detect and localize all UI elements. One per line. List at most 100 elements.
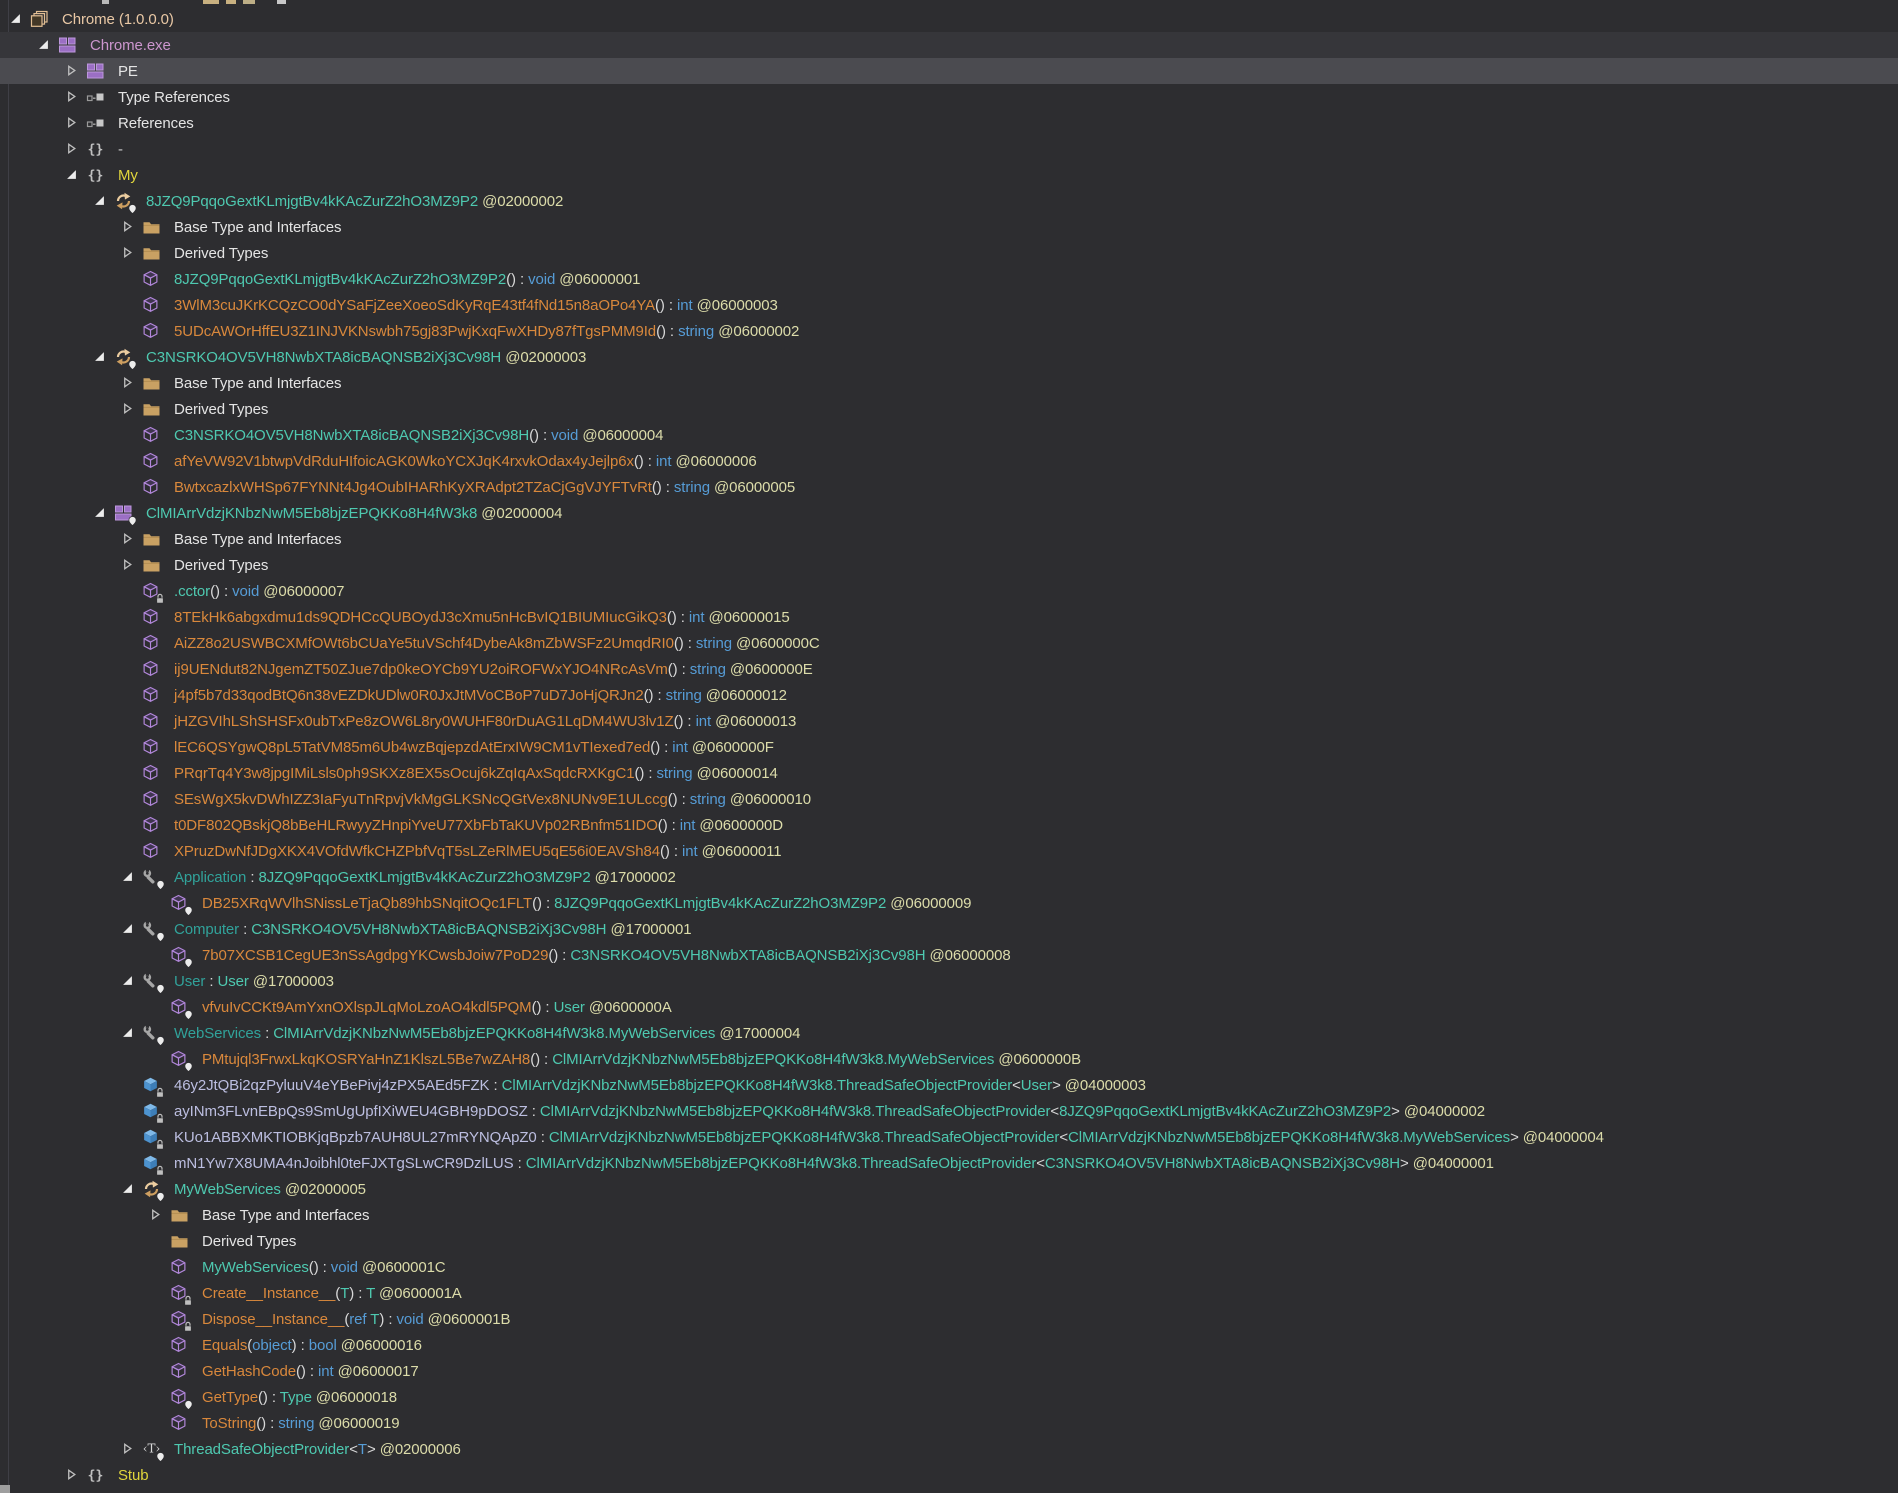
tree-node-label: Create__Instance__(T) : T @0600001A — [202, 1284, 462, 1303]
node-property[interactable]: Application : 8JZQ9PqqoGextKLmjgtBv4kKAc… — [0, 864, 1898, 890]
assembly-icon — [30, 10, 50, 29]
expander-collapsed-icon[interactable] — [122, 559, 134, 571]
node-references[interactable]: References — [0, 110, 1898, 136]
node-chrome-exe-module[interactable]: Chrome.exe — [0, 32, 1898, 58]
property-icon — [142, 868, 162, 887]
method-icon — [142, 582, 162, 601]
node-property-getter[interactable]: DB25XRqWVlhSNissLeTjaQb89hbSNqitOQc1FLT(… — [0, 890, 1898, 916]
expander-collapsed-icon[interactable] — [122, 247, 134, 259]
node-method[interactable]: ij9UENdut82NJgemZT50ZJue7dp0keOYCb9YU2oi… — [0, 656, 1898, 682]
node-folder-base-types[interactable]: Base Type and Interfaces — [0, 526, 1898, 552]
node-method[interactable]: SEsWgX5kvDWhIZZ3IaFyuTnRpvjVkMgGLKSNcQGt… — [0, 786, 1898, 812]
expander-expanded-icon[interactable] — [122, 975, 134, 987]
node-method[interactable]: .cctor() : void @06000007 — [0, 578, 1898, 604]
expander-collapsed-icon[interactable] — [122, 1443, 134, 1455]
node-method[interactable]: GetHashCode() : int @06000017 — [0, 1358, 1898, 1384]
node-method[interactable]: lEC6QSYgwQ8pL5TatVM85m6Ub4wzBqjepzdAtErx… — [0, 734, 1898, 760]
tree-node-label: BwtxcazlxWHSp67FYNNt4Jg4OubIHARhKyXRAdpt… — [174, 478, 795, 497]
expander-expanded-icon[interactable] — [94, 507, 106, 519]
expander-expanded-icon[interactable] — [94, 195, 106, 207]
node-namespace-dash[interactable]: {}- — [0, 136, 1898, 162]
tree-node-label: SEsWgX5kvDWhIZZ3IaFyuTnRpvjVkMgGLKSNcQGt… — [174, 790, 811, 809]
tree-node-label: 7b07XCSB1CegUE3nSsAgdpgYKCwsbJoiw7PoD29(… — [202, 946, 1011, 965]
expander-expanded-icon[interactable] — [66, 169, 78, 181]
private-lock-badge — [155, 1165, 165, 1176]
expander-collapsed-icon[interactable] — [122, 403, 134, 415]
expander-expanded-icon[interactable] — [94, 351, 106, 363]
node-method[interactable]: afYeVW92V1btwpVdRduHIfoicAGK0WkoYCXJqK4r… — [0, 448, 1898, 474]
node-field[interactable]: ayINm3FLvnEBpQs9SmUgUpfIXiWEU4GBH9pDOSZ … — [0, 1098, 1898, 1124]
expander-collapsed-icon[interactable] — [122, 533, 134, 545]
node-namespace-stub[interactable]: {}Stub — [0, 1462, 1898, 1488]
node-method[interactable]: j4pf5b7d33qodBtQ6n38vEZDkUDlw0R0JxJtMVoC… — [0, 682, 1898, 708]
node-class[interactable]: C3NSRKO4OV5VH8NwbXTA8icBAQNSB2iXj3Cv98H … — [0, 344, 1898, 370]
node-folder-derived-types[interactable]: Derived Types — [0, 1228, 1898, 1254]
expander-expanded-icon[interactable] — [122, 923, 134, 935]
node-property-getter[interactable]: 7b07XCSB1CegUE3nSsAgdpgYKCwsbJoiw7PoD29(… — [0, 942, 1898, 968]
expander-collapsed-icon[interactable] — [122, 221, 134, 233]
expander-collapsed-icon[interactable] — [122, 377, 134, 389]
node-pe[interactable]: PE — [0, 58, 1898, 84]
tree-node-label: Chrome.exe — [90, 36, 171, 55]
node-property-getter[interactable]: vfvuIvCCKt9AmYxnOXlspJLqMoLzoAO4kdl5PQM(… — [0, 994, 1898, 1020]
tree-node-label: - — [118, 140, 123, 159]
svg-text:{}: {} — [88, 1469, 104, 1484]
node-property[interactable]: User : User @17000003 — [0, 968, 1898, 994]
expander-expanded-icon[interactable] — [122, 1183, 134, 1195]
node-method[interactable]: AiZZ8o2USWBCXMfOWt6bCUaYe5tuVSchf4DybeAk… — [0, 630, 1898, 656]
node-field[interactable]: 46y2JtQBi2qzPyluuV4eYBePivj4zPX5AEd5FZK … — [0, 1072, 1898, 1098]
node-folder-derived-types[interactable]: Derived Types — [0, 552, 1898, 578]
tree-node-label: Derived Types — [174, 556, 268, 575]
node-property[interactable]: Computer : C3NSRKO4OV5VH8NwbXTA8icBAQNSB… — [0, 916, 1898, 942]
expander-collapsed-icon[interactable] — [66, 117, 78, 129]
node-method[interactable]: t0DF802QBskjQ8bBeHLRwyyZHnpiYveU77XbFbTa… — [0, 812, 1898, 838]
method-icon — [170, 1050, 190, 1069]
node-type-references[interactable]: Type References — [0, 84, 1898, 110]
node-method[interactable]: 5UDcAWOrHffEU3Z1INJVKNswbh75gj83PwjKxqFw… — [0, 318, 1898, 344]
expander-collapsed-icon[interactable] — [66, 1469, 78, 1481]
node-namespace-my[interactable]: {}My — [0, 162, 1898, 188]
folder-icon — [142, 374, 162, 393]
expander-expanded-icon[interactable] — [38, 39, 50, 51]
node-folder-base-types[interactable]: Base Type and Interfaces — [0, 214, 1898, 240]
node-folder-base-types[interactable]: Base Type and Interfaces — [0, 1202, 1898, 1228]
node-method[interactable]: 3WlM3cuJKrKCQzCO0dYSaFjZeeXoeoSdKyRqE43t… — [0, 292, 1898, 318]
instance-marker-badge — [156, 1036, 165, 1046]
node-method[interactable]: PRqrTq4Y3w8jpgIMiLsls0ph9SKXz8EX5sOcuj6k… — [0, 760, 1898, 786]
node-folder-derived-types[interactable]: Derived Types — [0, 396, 1898, 422]
node-method[interactable]: GetType() : Type @06000018 — [0, 1384, 1898, 1410]
node-method[interactable]: XPruzDwNfJDgXKX4VOfdWfkCHZPbfVqT5sLZeRlM… — [0, 838, 1898, 864]
node-chrome-assembly[interactable]: Chrome (1.0.0.0) — [0, 6, 1898, 32]
node-folder-base-types[interactable]: Base Type and Interfaces — [0, 370, 1898, 396]
expander-collapsed-icon[interactable] — [66, 65, 78, 77]
node-field[interactable]: KUo1ABBXMKTIOBKjqBpzb7AUH8UL27mRYNQApZ0 … — [0, 1124, 1898, 1150]
node-method[interactable]: Dispose__Instance__(ref T) : void @06000… — [0, 1306, 1898, 1332]
node-method[interactable]: C3NSRKO4OV5VH8NwbXTA8icBAQNSB2iXj3Cv98H(… — [0, 422, 1898, 448]
expander-expanded-icon[interactable] — [122, 1027, 134, 1039]
node-class[interactable]: 8JZQ9PqqoGextKLmjgtBv4kKAcZurZ2hO3MZ9P2 … — [0, 188, 1898, 214]
node-method[interactable]: MyWebServices() : void @0600001C — [0, 1254, 1898, 1280]
node-method[interactable]: jHZGVIhLShSHSFx0ubTxPe8zOW6L8ry0WUHF80rD… — [0, 708, 1898, 734]
node-generic-class[interactable]: ‹T›ThreadSafeObjectProvider<T> @02000006 — [0, 1436, 1898, 1462]
expander-collapsed-icon[interactable] — [150, 1209, 162, 1221]
node-method[interactable]: 8TEkHk6abgxdmu1ds9QDHCcQUBOydJ3cXmu5nHcB… — [0, 604, 1898, 630]
node-method[interactable]: Create__Instance__(T) : T @0600001A — [0, 1280, 1898, 1306]
expander-collapsed-icon[interactable] — [66, 91, 78, 103]
expander-expanded-icon[interactable] — [10, 13, 22, 25]
node-property[interactable]: WebServices : ClMIArrVdzjKNbzNwM5Eb8bjzE… — [0, 1020, 1898, 1046]
node-folder-derived-types[interactable]: Derived Types — [0, 240, 1898, 266]
node-field[interactable]: mN1Yw7X8UMA4nJoibhl0teFJXTgSLwCR9DzlLUS … — [0, 1150, 1898, 1176]
node-property-getter[interactable]: PMtujql3FrwxLkqKOSRYaHnZ1KlszL5Be7wZAH8(… — [0, 1046, 1898, 1072]
class-icon — [142, 1180, 162, 1199]
instance-marker-badge — [156, 880, 165, 890]
tree-node-label: lEC6QSYgwQ8pL5TatVM85m6Ub4wzBqjepzdAtErx… — [174, 738, 774, 757]
private-lock-badge — [155, 1087, 165, 1098]
node-method[interactable]: Equals(object) : bool @06000016 — [0, 1332, 1898, 1358]
expander-collapsed-icon[interactable] — [66, 143, 78, 155]
node-class[interactable]: ClMIArrVdzjKNbzNwM5Eb8bjzEPQKKo8H4fW3k8 … — [0, 500, 1898, 526]
node-method[interactable]: BwtxcazlxWHSp67FYNNt4Jg4OubIHARhKyXRAdpt… — [0, 474, 1898, 500]
node-method[interactable]: ToString() : string @06000019 — [0, 1410, 1898, 1436]
node-method[interactable]: 8JZQ9PqqoGextKLmjgtBv4kKAcZurZ2hO3MZ9P2(… — [0, 266, 1898, 292]
expander-expanded-icon[interactable] — [122, 871, 134, 883]
node-class[interactable]: MyWebServices @02000005 — [0, 1176, 1898, 1202]
